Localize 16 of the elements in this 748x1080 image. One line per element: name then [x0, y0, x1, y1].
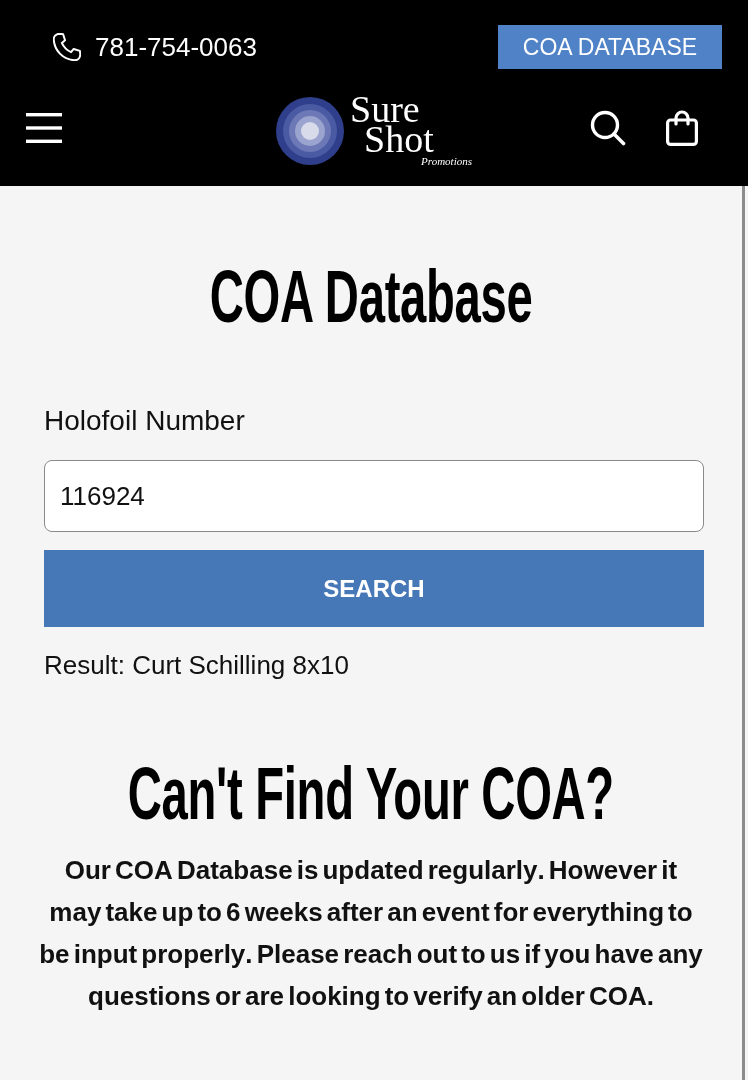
holofoil-number-field[interactable]: 116924: [44, 460, 704, 532]
result-text: Result: Curt Schilling 8x10: [44, 649, 350, 681]
field-label: Holofoil Number: [44, 404, 246, 438]
search-icon[interactable]: [590, 110, 626, 146]
help-heading: Can't Find Your COA?: [127, 756, 615, 831]
scrollbar[interactable]: [742, 186, 745, 1080]
menu-icon[interactable]: [26, 113, 62, 143]
phone-icon: [53, 33, 81, 61]
shopping-bag-icon[interactable]: [666, 110, 698, 146]
page-title: COA Database: [209, 259, 533, 334]
search-button[interactable]: SEARCH: [44, 550, 704, 627]
concentric-circles-icon: [276, 97, 344, 165]
logo-link[interactable]: Sure ShotPromotions: [276, 94, 472, 168]
coa-database-button[interactable]: COA DATABASE: [498, 25, 722, 69]
phone-link[interactable]: 781-754-0063: [53, 31, 257, 63]
help-paragraph: Our COA Database is updated regularly. However it may take up to 6 weeks after an event for everything to be input properly. Please reach out to us if you have any questions or are looking to verify an older COA.: [38, 854, 704, 1013]
